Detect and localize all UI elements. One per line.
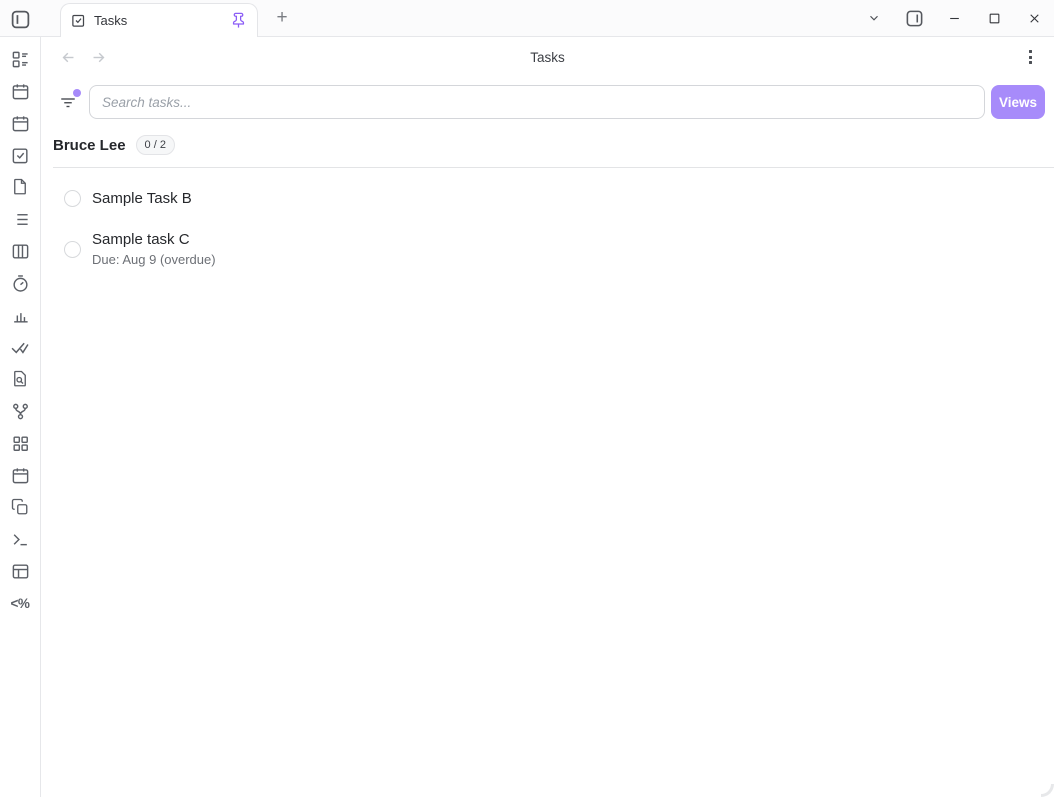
right-panel-icon [905, 9, 924, 28]
task-checkbox[interactable] [64, 190, 81, 207]
sidebar-item-flow[interactable] [7, 401, 33, 421]
bar-chart-icon [11, 306, 30, 325]
sidebar-item-calendar-alt[interactable] [7, 465, 33, 485]
main-content: Tasks Views Bruce Lee 0 / [41, 37, 1054, 797]
sidebar-item-calendar[interactable] [7, 113, 33, 133]
group-header: Bruce Lee 0 / 2 [53, 135, 1042, 155]
timer-icon [11, 274, 30, 293]
sidebar-item-grid[interactable] [7, 433, 33, 453]
sidebar-item-stats[interactable] [7, 305, 33, 325]
double-check-icon [10, 337, 30, 357]
calendar-alt-icon [11, 466, 30, 485]
plus-icon: + [276, 7, 287, 29]
view-header: Tasks [41, 37, 1054, 77]
sidebar-item-tasks[interactable] [7, 145, 33, 165]
sidebar-item-timer[interactable] [7, 273, 33, 293]
template-icon: <% [11, 596, 30, 611]
group-divider [53, 167, 1054, 168]
filter-button[interactable] [53, 88, 83, 116]
copy-icon [11, 498, 29, 516]
pin-icon[interactable] [230, 12, 247, 29]
task-title: Sample Task B [92, 190, 192, 207]
minimize-button[interactable] [934, 0, 974, 36]
tab-tasks[interactable]: Tasks [60, 3, 258, 37]
task-list: Sample Task B Sample task C Due: Aug 9 (… [53, 182, 1042, 275]
layout-icon [11, 562, 30, 581]
tab-list-dropdown-button[interactable] [854, 0, 894, 36]
sidebar-item-list[interactable] [7, 209, 33, 229]
sidebar-item-terminal[interactable] [7, 529, 33, 549]
views-button[interactable]: Views [991, 85, 1045, 119]
task-checkbox[interactable] [64, 241, 81, 258]
search-input[interactable] [89, 85, 985, 119]
terminal-icon [11, 530, 30, 549]
sidebar-item-notes[interactable] [7, 177, 33, 197]
group-name: Bruce Lee [53, 137, 126, 154]
page-title: Tasks [41, 50, 1054, 65]
titlebar: Tasks + [0, 0, 1054, 37]
icon-sidebar: <% [0, 37, 41, 797]
tab-label: Tasks [94, 13, 230, 28]
sidebar-item-file-search[interactable] [7, 369, 33, 389]
sidebar-item-board[interactable] [7, 241, 33, 261]
maximize-icon [988, 12, 1001, 25]
file-icon [11, 178, 29, 196]
maximize-button[interactable] [974, 0, 1014, 36]
task-row[interactable]: Sample task C Due: Aug 9 (overdue) [53, 223, 1042, 275]
sidebar-item-calendar-days[interactable] [7, 81, 33, 101]
list-icon [11, 210, 30, 229]
sidebar-item-overview[interactable] [7, 49, 33, 69]
left-panel-icon [10, 9, 31, 30]
minimize-icon [948, 12, 961, 25]
file-search-icon [11, 370, 29, 388]
new-tab-button[interactable]: + [268, 4, 296, 32]
kebab-icon [1029, 50, 1032, 53]
left-sidebar-toggle-button[interactable] [8, 7, 32, 31]
chevron-down-icon [867, 11, 881, 25]
search-row: Views [53, 85, 1045, 119]
filter-active-dot [73, 89, 81, 97]
check-square-icon [71, 13, 86, 28]
sidebar-item-habits[interactable] [7, 337, 33, 357]
overview-icon [11, 50, 30, 69]
right-panel-toggle-button[interactable] [894, 0, 934, 36]
close-button[interactable] [1014, 0, 1054, 36]
calendar-icon [11, 114, 30, 133]
sidebar-item-template[interactable]: <% [7, 593, 33, 613]
close-icon [1028, 12, 1041, 25]
task-title: Sample task C [92, 231, 216, 248]
grid-icon [11, 434, 30, 453]
task-due-label: Due: Aug 9 (overdue) [92, 252, 216, 267]
sidebar-item-copy[interactable] [7, 497, 33, 517]
task-row[interactable]: Sample Task B [53, 182, 1042, 215]
calendar-days-icon [11, 82, 30, 101]
columns-icon [11, 242, 30, 261]
sidebar-item-layout[interactable] [7, 561, 33, 581]
flow-icon [11, 402, 30, 421]
progress-badge: 0 / 2 [136, 135, 175, 155]
more-options-button[interactable] [1020, 47, 1040, 67]
check-square-icon [11, 146, 30, 165]
